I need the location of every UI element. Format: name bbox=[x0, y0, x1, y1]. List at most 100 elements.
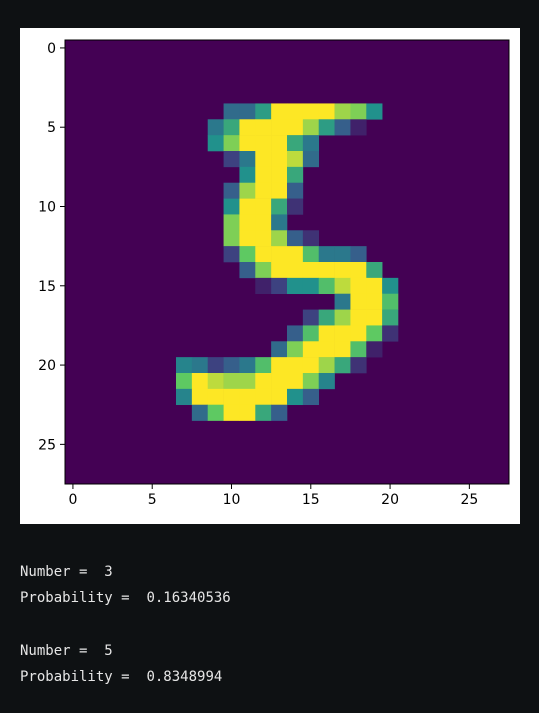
heatmap-cell bbox=[239, 246, 256, 263]
heatmap-cell bbox=[255, 151, 272, 168]
heatmap-cell bbox=[334, 119, 351, 136]
heatmap-cell bbox=[207, 388, 224, 406]
heatmap-cell bbox=[207, 135, 224, 152]
heatmap-cell bbox=[302, 277, 320, 295]
heatmap-cell bbox=[287, 103, 304, 120]
heatmap-cell bbox=[191, 388, 209, 406]
heatmap-cell bbox=[239, 214, 256, 231]
heatmap-cell bbox=[239, 373, 256, 390]
heatmap-cell bbox=[271, 404, 288, 421]
heatmap-cell bbox=[287, 182, 304, 199]
heatmap-cell bbox=[318, 246, 335, 263]
heatmap-cell bbox=[207, 404, 224, 421]
heatmap-cell bbox=[318, 277, 335, 295]
heatmap-cell bbox=[350, 246, 367, 263]
heatmap-cell bbox=[255, 230, 272, 247]
heatmap-cell bbox=[334, 246, 351, 263]
heatmap-cell bbox=[271, 357, 288, 374]
heatmap-cell bbox=[350, 103, 367, 120]
heatmap-cell bbox=[239, 182, 256, 199]
y-tick-label: 0 bbox=[47, 41, 56, 57]
heatmap-cell bbox=[334, 277, 351, 295]
heatmap-cell bbox=[334, 341, 351, 358]
heatmap-cell bbox=[334, 103, 351, 120]
heatmap-cell bbox=[302, 246, 320, 263]
heatmap-cell bbox=[271, 119, 288, 136]
y-tick-label: 25 bbox=[38, 437, 56, 453]
heatmap-figure: 0 5 10 15 20 25 0 5 10 15 20 25 bbox=[20, 28, 520, 524]
heatmap-cell bbox=[271, 182, 288, 199]
result-number-1: Number = 3 bbox=[20, 563, 113, 581]
heatmap-cell bbox=[382, 293, 399, 310]
heatmap-cell bbox=[255, 262, 272, 279]
heatmap-cell bbox=[239, 151, 256, 168]
heatmap-cell bbox=[255, 119, 272, 136]
heatmap-cell bbox=[223, 373, 240, 390]
heatmap-cell bbox=[255, 388, 272, 406]
result-number-2: Number = 5 bbox=[20, 642, 113, 660]
heatmap-cell bbox=[223, 357, 240, 374]
heatmap-cell bbox=[271, 151, 288, 168]
heatmap-cell bbox=[382, 325, 399, 342]
y-tick-label: 5 bbox=[47, 120, 56, 136]
heatmap-cell bbox=[239, 198, 256, 215]
heatmap-cell bbox=[366, 262, 383, 279]
heatmap-cell bbox=[302, 357, 320, 374]
heatmap-cell bbox=[176, 388, 193, 406]
heatmap-cell bbox=[318, 119, 335, 136]
heatmap-cell bbox=[223, 151, 240, 168]
heatmap-cell bbox=[318, 341, 335, 358]
heatmap-cell bbox=[271, 341, 288, 358]
heatmap-cell bbox=[350, 325, 367, 342]
heatmap-cell bbox=[271, 198, 288, 215]
heatmap-cell bbox=[239, 166, 256, 184]
heatmap-cell bbox=[318, 262, 335, 279]
heatmap-cell bbox=[239, 388, 256, 406]
heatmap-cell bbox=[271, 246, 288, 263]
heatmap-cell bbox=[223, 404, 240, 421]
heatmap-cell bbox=[302, 341, 320, 358]
y-tick-label: 15 bbox=[38, 279, 56, 295]
heatmap-cell bbox=[255, 198, 272, 215]
heatmap-cell bbox=[271, 262, 288, 279]
heatmap-cell bbox=[366, 277, 383, 295]
heatmap-cell bbox=[271, 135, 288, 152]
heatmap-cell bbox=[302, 262, 320, 279]
heatmap-cell bbox=[350, 293, 367, 310]
number-label: Number = bbox=[20, 564, 96, 580]
heatmap-cell bbox=[318, 373, 335, 390]
heatmap-cell bbox=[191, 357, 209, 374]
heatmap-cell bbox=[255, 135, 272, 152]
heatmap-cell bbox=[318, 357, 335, 374]
heatmap-cell bbox=[223, 198, 240, 215]
heatmap-cell bbox=[302, 103, 320, 120]
heatmap-cell bbox=[255, 357, 272, 374]
heatmap-cell bbox=[302, 135, 320, 152]
result-probability-1: Probability = 0.16340536 bbox=[20, 589, 231, 607]
heatmap-cell bbox=[287, 230, 304, 247]
heatmap-cell bbox=[223, 246, 240, 263]
probability-label: Probability = bbox=[20, 590, 139, 606]
heatmap-cell bbox=[271, 214, 288, 231]
heatmap-chart: 0 5 10 15 20 25 0 5 10 15 20 25 bbox=[38, 39, 510, 508]
heatmap-cell bbox=[239, 404, 256, 421]
heatmap-cell bbox=[207, 373, 224, 390]
heatmap-cell bbox=[350, 309, 367, 326]
heatmap-cell bbox=[223, 103, 240, 120]
heatmap-cell bbox=[223, 230, 240, 247]
heatmap-cell bbox=[239, 262, 256, 279]
heatmap-cell bbox=[287, 151, 304, 168]
heatmap-cell bbox=[271, 277, 288, 295]
probability-value: 0.16340536 bbox=[146, 590, 231, 606]
x-tick-label: 20 bbox=[381, 492, 399, 508]
heatmap-cell bbox=[271, 388, 288, 406]
x-tick-label: 25 bbox=[460, 492, 478, 508]
heatmap-cell bbox=[287, 357, 304, 374]
heatmap-cell bbox=[302, 309, 320, 326]
heatmap-cell bbox=[255, 182, 272, 199]
heatmap-cell bbox=[334, 293, 351, 310]
heatmap-cell bbox=[255, 246, 272, 263]
heatmap-cell bbox=[334, 262, 351, 279]
heatmap-cell bbox=[271, 230, 288, 247]
number-value: 3 bbox=[104, 564, 113, 580]
